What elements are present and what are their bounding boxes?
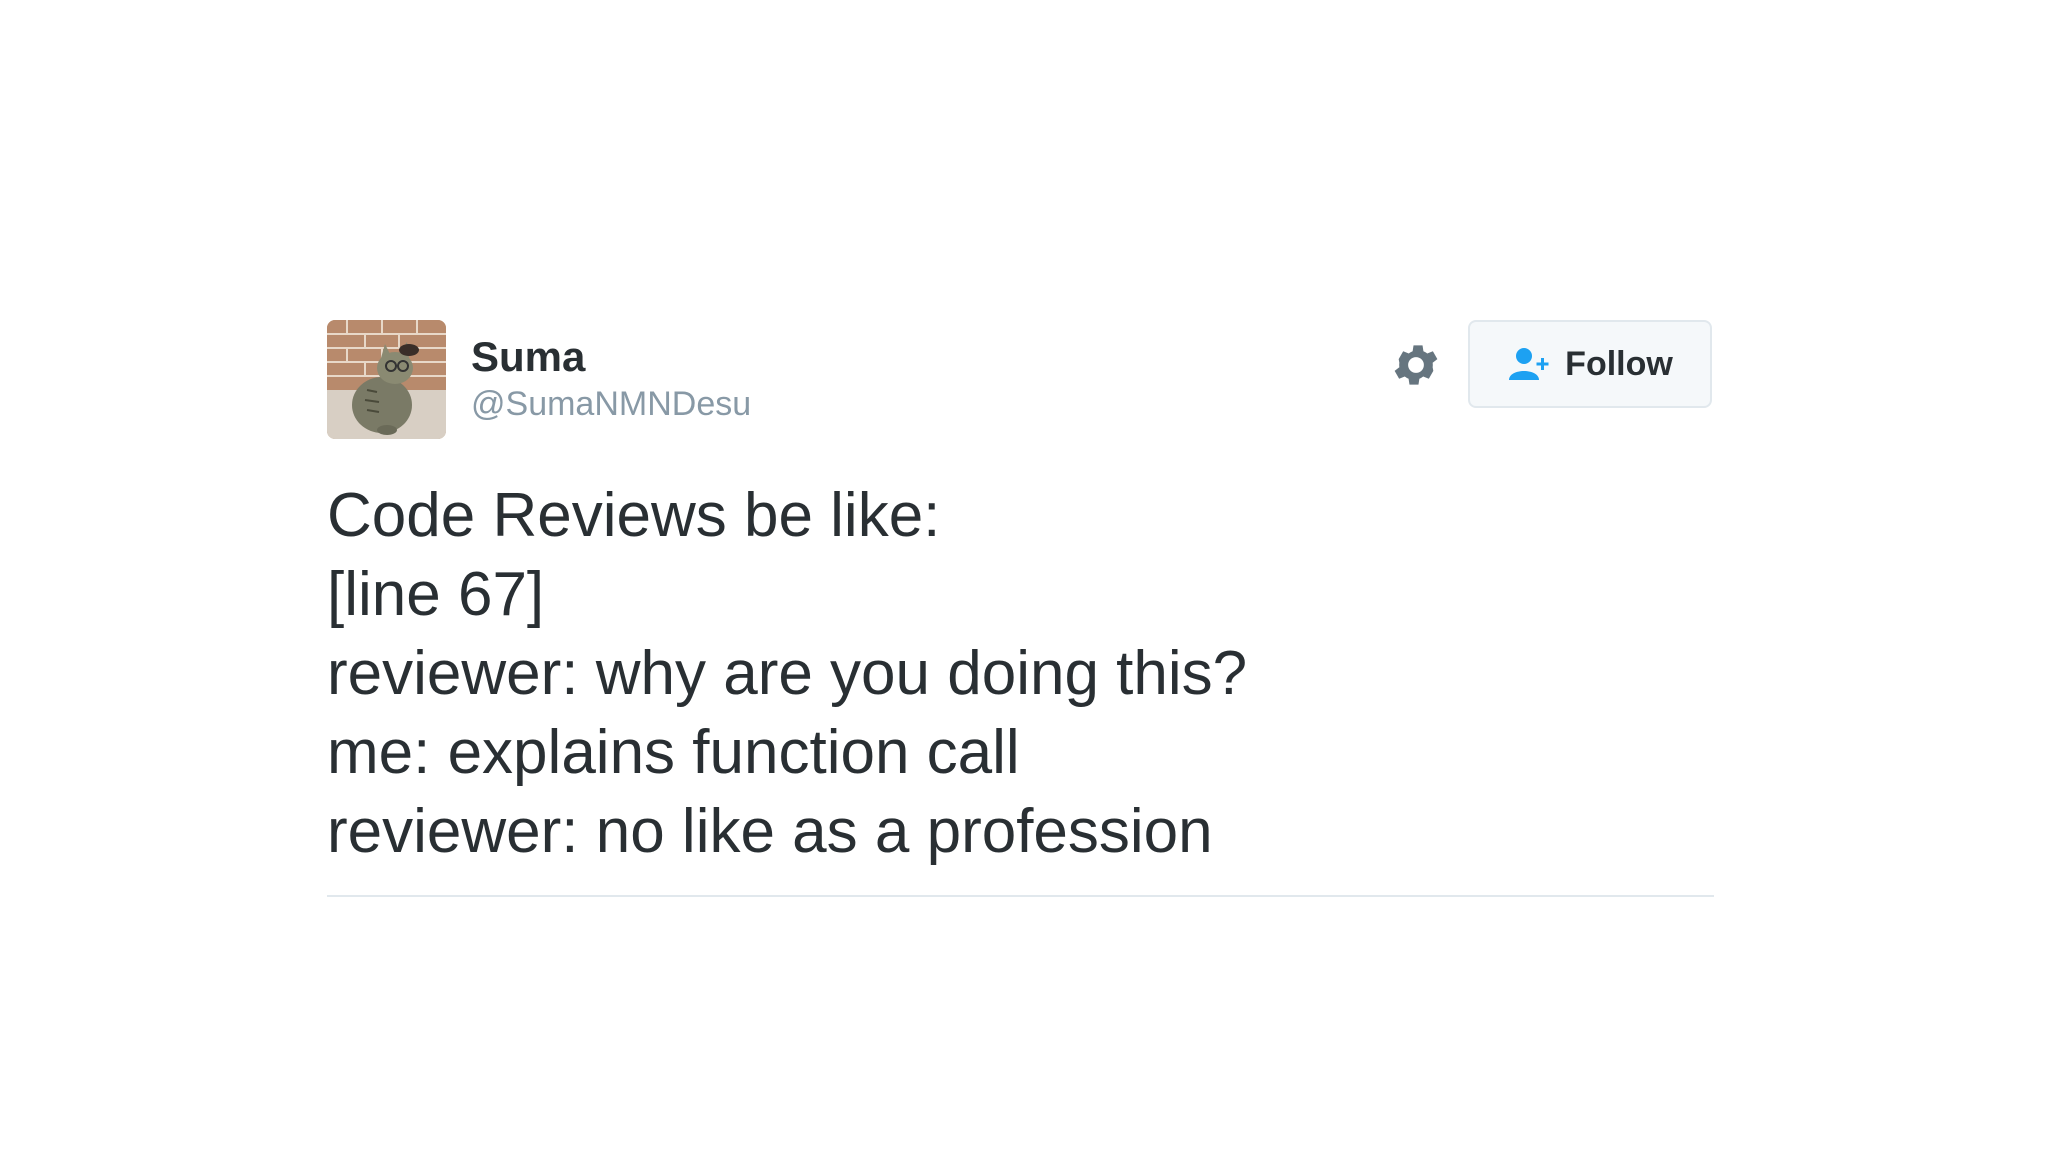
- follow-button[interactable]: Follow: [1468, 320, 1712, 408]
- add-user-icon: [1507, 346, 1553, 382]
- tweet-line: reviewer: why are you doing this?: [327, 639, 1248, 708]
- divider: [327, 895, 1714, 897]
- gear-icon[interactable]: [1389, 338, 1443, 392]
- user-names: Suma @SumaNMNDesu: [471, 334, 751, 424]
- avatar[interactable]: [327, 320, 446, 439]
- tweet-text: Code Reviews be like: [line 67] reviewer…: [327, 476, 1714, 871]
- user-handle[interactable]: @SumaNMNDesu: [471, 384, 751, 424]
- cat-avatar-icon: [327, 320, 446, 439]
- tweet-header: Suma @SumaNMNDesu Follow: [327, 320, 1714, 440]
- page: Suma @SumaNMNDesu Follow Code Reviews be…: [0, 0, 2048, 1152]
- follow-label: Follow: [1565, 344, 1673, 383]
- tweet-line: reviewer: no like as a profession: [327, 797, 1213, 866]
- tweet-line: [line 67]: [327, 560, 545, 629]
- tweet-line: Code Reviews be like:: [327, 481, 941, 550]
- tweet-card: Suma @SumaNMNDesu Follow Code Reviews be…: [327, 320, 1714, 897]
- display-name[interactable]: Suma: [471, 334, 751, 380]
- tweet-line: me: explains function call: [327, 718, 1020, 787]
